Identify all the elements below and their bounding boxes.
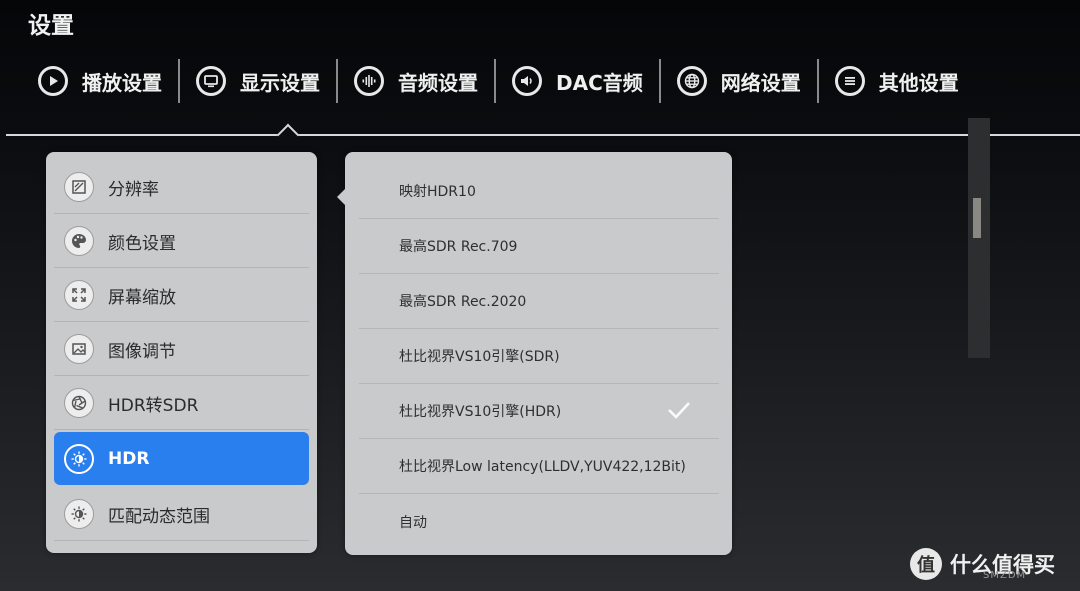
display-category-menu: 分辨率 颜色设置 屏幕缩放 图像调节 HDR转SDR HDR 匹配动态范围 (46, 152, 317, 553)
tab-label: DAC音频 (556, 70, 643, 95)
hdr-options-list: 映射HDR10 最高SDR Rec.709 最高SDR Rec.2020 杜比视… (337, 152, 732, 555)
option-max-sdr-rec2020[interactable]: 最高SDR Rec.2020 (359, 274, 719, 329)
menu-item-hdr-to-sdr[interactable]: HDR转SDR (54, 377, 309, 430)
option-label: 杜比视界Low latency(LLDV,YUV422,12Bit) (399, 459, 686, 475)
tab-display-settings[interactable]: 显示设置 (180, 57, 336, 105)
menu-icon (834, 66, 865, 96)
tab-other-settings[interactable]: 其他设置 (819, 57, 975, 105)
page-title: 设置 (28, 13, 74, 39)
tab-label: 其他设置 (878, 70, 959, 95)
menu-item-resolution[interactable]: 分辨率 (54, 161, 309, 214)
option-label: 最高SDR Rec.709 (399, 239, 518, 255)
menu-item-label: 分辨率 (108, 179, 159, 200)
speaker-icon (512, 66, 542, 96)
aperture-icon (64, 388, 94, 418)
tab-label: 播放设置 (82, 70, 162, 95)
active-tab-pointer (276, 123, 300, 147)
play-icon (38, 66, 68, 96)
monitor-icon (196, 66, 226, 96)
tab-label: 网络设置 (720, 70, 801, 95)
tab-audio-settings[interactable]: 音频设置 (338, 57, 494, 105)
tab-dac-audio[interactable]: DAC音频 (496, 57, 659, 105)
watermark-subtext: SMZDM (983, 570, 1027, 581)
tab-label: 显示设置 (240, 70, 320, 95)
option-dolby-vision-low-latency[interactable]: 杜比视界Low latency(LLDV,YUV422,12Bit) (359, 439, 719, 494)
tab-playback-settings[interactable]: 播放设置 (22, 57, 178, 105)
image-icon (64, 334, 94, 364)
tab-underline (6, 134, 1080, 136)
brightness-icon (64, 499, 94, 529)
option-dolby-vision-vs10-sdr[interactable]: 杜比视界VS10引擎(SDR) (359, 329, 719, 384)
background-photo-patch (973, 198, 981, 238)
option-label: 最高SDR Rec.2020 (399, 294, 527, 310)
menu-item-label: HDR (108, 448, 150, 469)
option-label: 自动 (399, 514, 427, 531)
watermark-logo: 值 (910, 548, 942, 580)
palette-icon (64, 226, 94, 256)
expand-icon (64, 280, 94, 310)
option-dolby-vision-vs10-hdr[interactable]: 杜比视界VS10引擎(HDR) (359, 384, 719, 439)
globe-icon (676, 66, 707, 96)
menu-item-label: 图像调节 (108, 341, 176, 362)
menu-item-image-adjustment[interactable]: 图像调节 (54, 323, 309, 376)
resolution-icon (64, 172, 94, 202)
menu-item-label: 屏幕缩放 (108, 287, 176, 308)
menu-item-label: 颜色设置 (108, 233, 176, 254)
tab-label: 音频设置 (398, 70, 478, 95)
option-max-sdr-rec709[interactable]: 最高SDR Rec.709 (359, 219, 719, 274)
option-map-hdr10[interactable]: 映射HDR10 (359, 164, 719, 219)
option-label: 杜比视界VS10引擎(HDR) (399, 404, 562, 420)
background-photo-strip (968, 118, 990, 358)
checkmark-icon (668, 402, 690, 419)
option-label: 杜比视界VS10引擎(SDR) (399, 349, 560, 365)
audio-wave-icon (354, 66, 384, 96)
menu-item-match-dynamic-range[interactable]: 匹配动态范围 (54, 488, 309, 541)
top-tab-bar: 播放设置 显示设置 音频设置 DAC音频 网络设置 其他设置 (22, 55, 1062, 107)
sun-hdr-icon (64, 443, 94, 474)
menu-item-hdr[interactable]: HDR (54, 432, 309, 485)
option-auto[interactable]: 自动 (359, 494, 719, 549)
tab-network-settings[interactable]: 网络设置 (661, 57, 817, 105)
menu-item-label: HDR转SDR (108, 395, 199, 416)
menu-item-label: 匹配动态范围 (108, 506, 210, 527)
option-label: 映射HDR10 (399, 184, 476, 200)
submenu-pointer (337, 188, 346, 206)
menu-item-color-settings[interactable]: 颜色设置 (54, 215, 309, 268)
menu-item-screen-zoom[interactable]: 屏幕缩放 (54, 269, 309, 322)
